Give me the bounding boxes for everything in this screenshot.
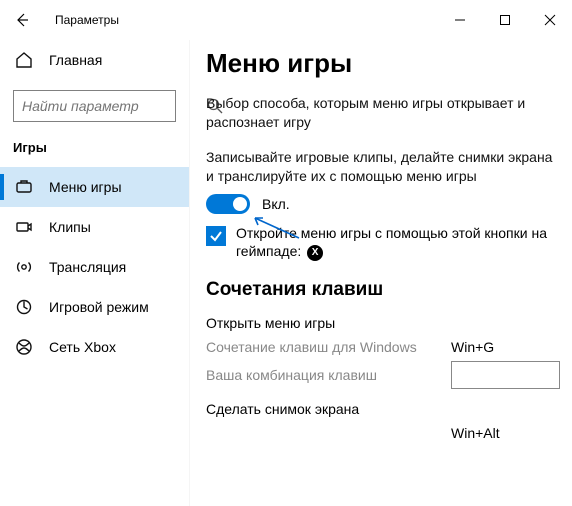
clips-icon <box>15 218 33 236</box>
shortcut-row: Сочетание клавиш для Windows Win+G <box>206 339 560 355</box>
gamemode-icon <box>15 298 33 316</box>
nav-item-label: Сеть Xbox <box>49 339 116 355</box>
controller-checkbox-label: Откройте меню игры с помощью этой кнопки… <box>236 224 560 262</box>
nav-item-broadcast[interactable]: Трансляция <box>0 247 189 287</box>
arrow-left-icon <box>14 12 30 28</box>
xbox-icon <box>15 338 33 356</box>
shortcut-input[interactable] <box>451 361 560 389</box>
nav-home[interactable]: Главная <box>0 40 189 80</box>
nav-item-clips[interactable]: Клипы <box>0 207 189 247</box>
search-box[interactable] <box>13 90 176 122</box>
home-icon <box>15 51 33 69</box>
broadcast-icon <box>15 258 33 276</box>
xbox-button-icon: X <box>307 245 323 261</box>
search-input[interactable] <box>20 97 206 115</box>
shortcut-value: Win+Alt <box>451 425 541 441</box>
shortcut-value: Win+G <box>451 339 541 355</box>
shortcuts-heading: Сочетания клавиш <box>206 279 560 301</box>
record-description: Записывайте игровые клипы, делайте снимк… <box>206 148 560 186</box>
nav-item-label: Меню игры <box>49 179 122 195</box>
page-title: Меню игры <box>206 48 560 79</box>
nav-item-gamebar[interactable]: Меню игры <box>0 167 189 207</box>
content-area: Меню игры Выбор способа, которым меню иг… <box>190 40 572 506</box>
toggle-label: Вкл. <box>262 196 290 212</box>
gamebar-icon <box>15 178 33 196</box>
nav-item-label: Трансляция <box>49 259 126 275</box>
check-icon <box>209 229 223 243</box>
lead-text: Выбор способа, которым меню игры открыва… <box>206 94 560 132</box>
shortcut-group-title: Открыть меню игры <box>206 315 560 331</box>
shortcut-row: Win+Alt <box>206 425 560 441</box>
nav-item-label: Игровой режим <box>49 299 149 315</box>
maximize-icon <box>499 14 511 26</box>
titlebar: Параметры <box>0 0 572 40</box>
back-button[interactable] <box>6 4 38 36</box>
app-title: Параметры <box>55 13 119 27</box>
minimize-icon <box>454 14 466 26</box>
nav-item-label: Клипы <box>49 219 91 235</box>
sidebar: Главная Игры Меню игры Кли <box>0 40 190 506</box>
gamebar-toggle[interactable] <box>206 194 250 214</box>
close-button[interactable] <box>527 5 572 35</box>
shortcut-label: Ваша комбинация клавиш <box>206 367 441 383</box>
shortcut-label: Сочетание клавиш для Windows <box>206 339 441 355</box>
nav-item-xbox-network[interactable]: Сеть Xbox <box>0 327 189 367</box>
shortcut-row: Ваша комбинация клавиш <box>206 361 560 389</box>
maximize-button[interactable] <box>482 5 527 35</box>
nav-item-gamemode[interactable]: Игровой режим <box>0 287 189 327</box>
nav-group-label: Игры <box>0 132 189 167</box>
close-icon <box>544 14 556 26</box>
shortcut-group-title: Сделать снимок экрана <box>206 401 560 417</box>
nav-home-label: Главная <box>49 52 102 68</box>
minimize-button[interactable] <box>437 5 482 35</box>
controller-checkbox[interactable] <box>206 226 226 246</box>
